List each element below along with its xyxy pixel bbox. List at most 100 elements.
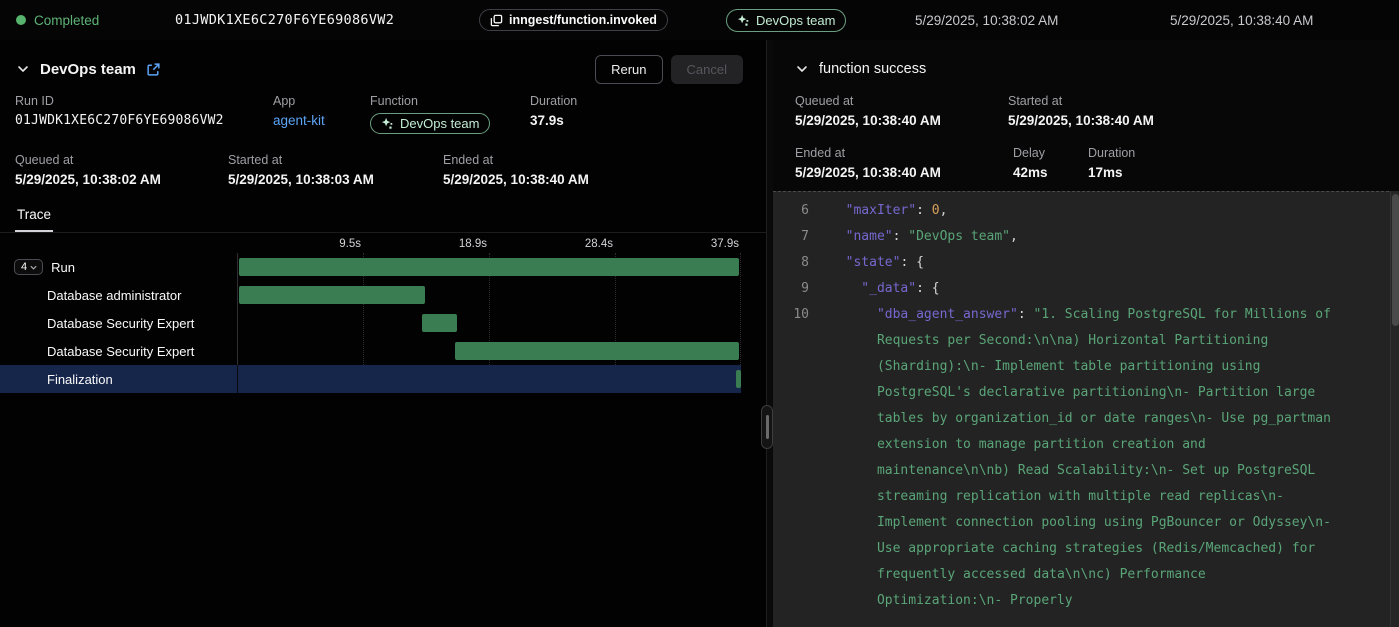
trace-row-finalization[interactable]: Finalization: [0, 365, 741, 393]
step-queued-field: Queued at 5/29/2025, 10:38:40 AM: [795, 94, 1008, 128]
duration-value: 37.9s: [530, 113, 766, 128]
queued-at-top: 5/29/2025, 10:38:02 AM: [915, 0, 1058, 40]
code-scrollbar-thumb[interactable]: [1392, 194, 1399, 326]
duration-label: Duration: [530, 94, 766, 108]
queued-at-value: 5/29/2025, 10:38:02 AM: [15, 172, 228, 187]
trace-row-label: Database Security Expert: [47, 316, 194, 331]
tab-trace[interactable]: Trace: [15, 203, 53, 232]
code-line: 6"maxIter": 0,: [773, 198, 1399, 224]
run-id-value: 01JWDK1XE6C270F6YE69086VW2: [15, 113, 273, 128]
step-started-label: Started at: [1008, 94, 1399, 108]
step-times-grid-1: Queued at 5/29/2025, 10:38:40 AM Started…: [773, 86, 1399, 138]
axis-tick: 9.5s: [339, 238, 363, 250]
trace-rows: 4 Run Database administrator Database: [0, 253, 741, 393]
step-started-field: Started at 5/29/2025, 10:38:40 AM: [1008, 94, 1399, 128]
started-at-field: Started at 5/29/2025, 10:38:03 AM: [228, 153, 443, 187]
external-link-icon[interactable]: [146, 62, 161, 77]
panel-resize-handle[interactable]: [761, 405, 773, 449]
step-count: 4: [21, 261, 27, 273]
step-delay-value: 42ms: [1013, 165, 1088, 180]
run-status: Completed: [16, 0, 99, 40]
trace-row-step[interactable]: Database Security Expert: [0, 309, 741, 337]
run-id-top: 01JWDK1XE6C270F6YE69086VW2: [175, 0, 394, 40]
trace-bar[interactable]: [239, 286, 425, 304]
run-title: DevOps team: [40, 61, 136, 78]
app-label: App: [273, 94, 370, 108]
code-line: 10"dba_agent_answer": "1. Scaling Postgr…: [773, 302, 1399, 614]
axis-tick: 28.4s: [585, 238, 615, 250]
step-delay-field: Delay 42ms: [1013, 146, 1088, 180]
code-line: 9"_data": {: [773, 276, 1399, 302]
run-id-label: Run ID: [15, 94, 273, 108]
trigger-event-badge[interactable]: inngest/function.invoked: [479, 0, 668, 40]
chevron-down-icon: [29, 263, 38, 272]
code-scrollbar[interactable]: [1390, 191, 1399, 627]
status-label: Completed: [34, 13, 99, 28]
chevron-down-icon[interactable]: [795, 62, 809, 76]
ended-at-label: Ended at: [443, 153, 766, 167]
ended-at-top: 5/29/2025, 10:38:40 AM: [1170, 0, 1313, 40]
function-label: Function: [370, 94, 530, 108]
trace-row-run[interactable]: 4 Run: [0, 253, 741, 281]
trace-row-label: Run: [51, 260, 75, 275]
trace-time-axis: 9.5s 18.9s 28.4s 37.9s: [0, 237, 741, 253]
trace-row-label: Database administrator: [47, 288, 181, 303]
sparkle-icon: [737, 14, 750, 27]
step-started-value: 5/29/2025, 10:38:40 AM: [1008, 113, 1399, 128]
run-header-bar: Completed 01JWDK1XE6C270F6YE69086VW2 inn…: [0, 0, 1399, 40]
code-line: 8"state": {: [773, 250, 1399, 276]
function-badge-top[interactable]: DevOps team: [726, 0, 846, 40]
step-ended-field: Ended at 5/29/2025, 10:38:40 AM: [795, 146, 1013, 180]
app-link[interactable]: agent-kit: [273, 113, 370, 128]
run-info-grid: Run ID 01JWDK1XE6C270F6YE69086VW2 App ag…: [0, 86, 766, 145]
run-id-field: Run ID 01JWDK1XE6C270F6YE69086VW2: [15, 94, 273, 135]
started-at-label: Started at: [228, 153, 443, 167]
queued-at-label: Queued at: [15, 153, 228, 167]
trace-row-step[interactable]: Database Security Expert: [0, 337, 741, 365]
step-duration-value: 17ms: [1088, 165, 1399, 180]
duration-field: Duration 37.9s: [530, 94, 766, 135]
queued-at-field: Queued at 5/29/2025, 10:38:02 AM: [15, 153, 228, 187]
run-times-grid: Queued at 5/29/2025, 10:38:02 AM Started…: [0, 145, 766, 197]
step-duration-label: Duration: [1088, 146, 1399, 160]
rerun-button[interactable]: Rerun: [595, 55, 662, 84]
trace-bar[interactable]: [736, 370, 741, 388]
sparkle-icon: [381, 117, 394, 130]
step-output-code: 6"maxIter": 0,7"name": "DevOps team",8"s…: [773, 191, 1399, 627]
trigger-event-label: inngest/function.invoked: [509, 13, 657, 27]
app-field: App agent-kit: [273, 94, 370, 135]
step-duration-field: Duration 17ms: [1088, 146, 1399, 180]
function-badge[interactable]: DevOps team: [370, 113, 490, 134]
trace-row-step[interactable]: Database administrator: [0, 281, 741, 309]
function-badge-text: DevOps team: [400, 116, 479, 131]
copy-icon: [490, 14, 503, 27]
axis-tick: 37.9s: [711, 238, 741, 250]
step-ended-label: Ended at: [795, 146, 1013, 160]
step-title: function success: [819, 61, 926, 77]
started-at-value: 5/29/2025, 10:38:03 AM: [228, 172, 443, 187]
step-queued-value: 5/29/2025, 10:38:40 AM: [795, 113, 1008, 128]
code-lines: 6"maxIter": 0,7"name": "DevOps team",8"s…: [773, 198, 1399, 614]
step-count-toggle[interactable]: 4: [14, 259, 43, 275]
step-delay-label: Delay: [1013, 146, 1088, 160]
trace-bar[interactable]: [455, 342, 739, 360]
chevron-down-icon[interactable]: [16, 62, 30, 76]
trace-bar[interactable]: [422, 314, 457, 332]
function-field: Function DevOps team: [370, 94, 530, 135]
ended-at-value: 5/29/2025, 10:38:40 AM: [443, 172, 766, 187]
trace-row-label: Finalization: [47, 372, 113, 387]
step-times-grid-2: Ended at 5/29/2025, 10:38:40 AM Delay 42…: [773, 138, 1399, 190]
trace-row-label: Database Security Expert: [47, 344, 194, 359]
trace-waterfall: 9.5s 18.9s 28.4s 37.9s 4: [0, 237, 741, 393]
run-details-panel: DevOps team Rerun Cancel Run ID 01JWDK1X…: [0, 40, 766, 627]
step-ended-value: 5/29/2025, 10:38:40 AM: [795, 165, 1013, 180]
code-line: 7"name": "DevOps team",: [773, 224, 1399, 250]
ended-at-field: Ended at 5/29/2025, 10:38:40 AM: [443, 153, 766, 187]
axis-tick: 18.9s: [459, 238, 489, 250]
function-badge-label: DevOps team: [756, 13, 835, 28]
step-details-panel: function success Queued at 5/29/2025, 10…: [773, 40, 1399, 627]
cancel-button[interactable]: Cancel: [671, 55, 743, 84]
step-queued-label: Queued at: [795, 94, 1008, 108]
trace-bar-run[interactable]: [239, 258, 739, 276]
status-dot-icon: [16, 15, 26, 25]
